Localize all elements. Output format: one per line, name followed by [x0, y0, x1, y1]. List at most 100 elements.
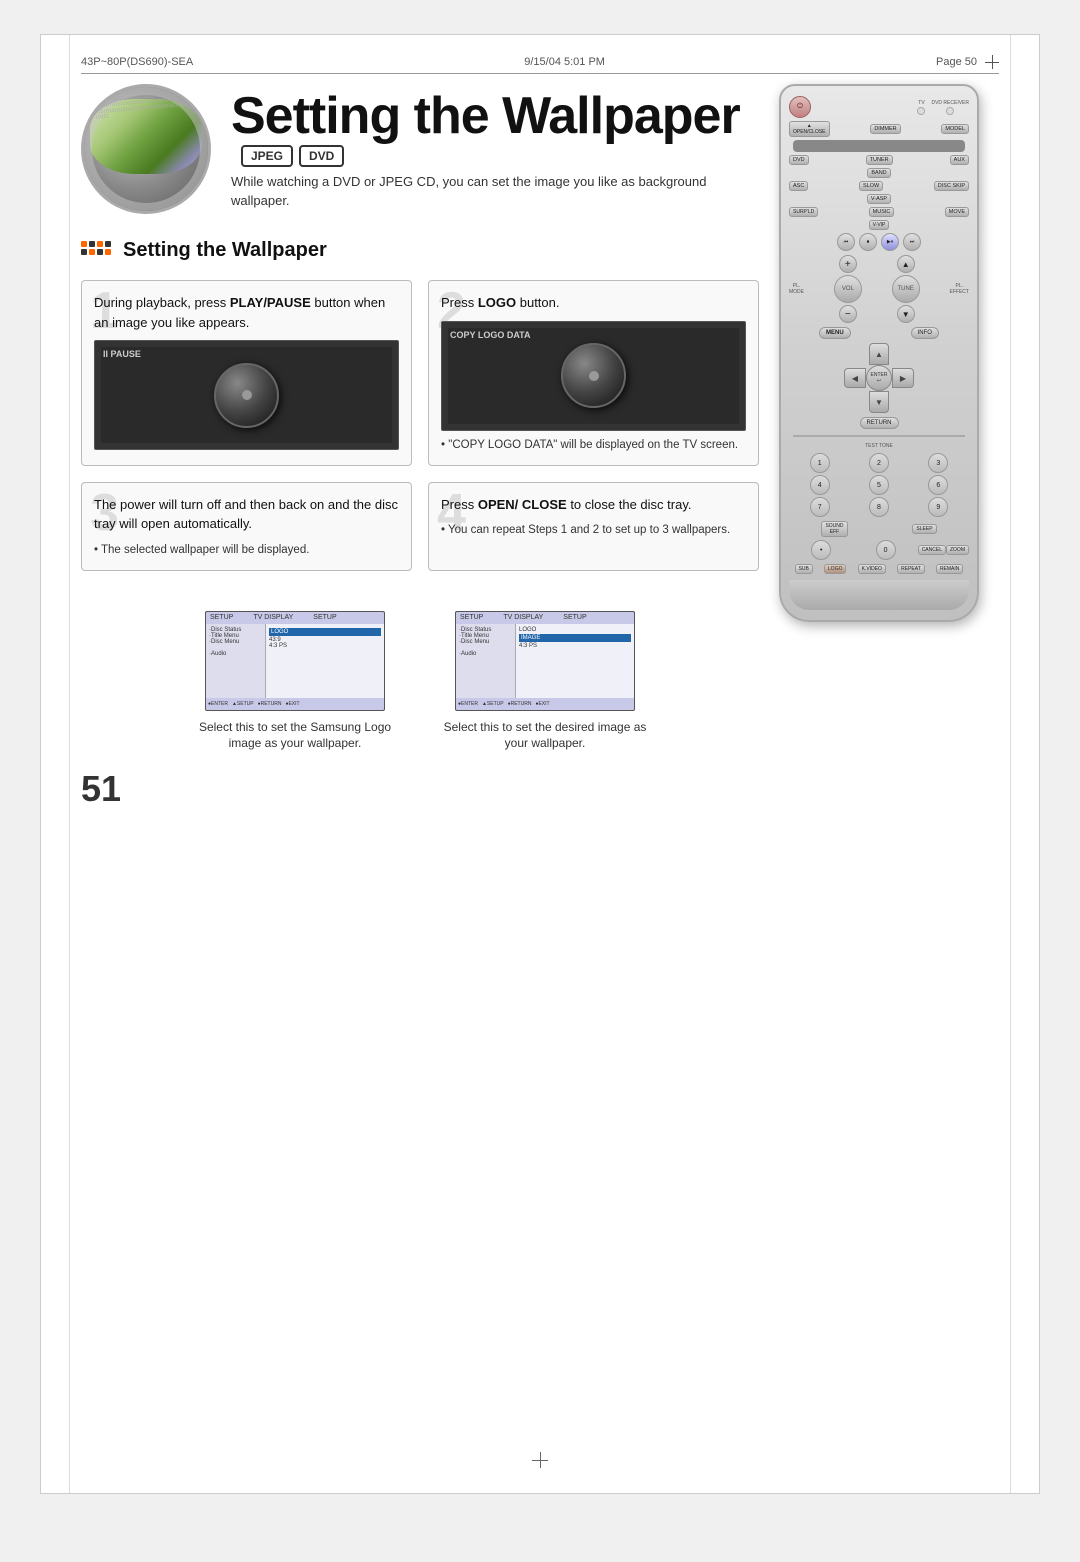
- num-4-button[interactable]: 4: [810, 475, 830, 495]
- return-button[interactable]: RETURN: [860, 417, 899, 429]
- num-8-button[interactable]: 8: [869, 497, 889, 517]
- aux-button[interactable]: AUX: [950, 155, 969, 165]
- volume-knob[interactable]: VOL: [834, 275, 862, 303]
- tune-up-button[interactable]: ▲: [897, 255, 915, 273]
- remote-separator: [793, 435, 965, 437]
- dpad-right-button[interactable]: ▶: [892, 368, 914, 388]
- badge-dvd: DVD: [299, 145, 344, 167]
- dvd-indicator: [946, 107, 954, 115]
- section-icon: [81, 234, 113, 266]
- screenshot-2-right: LOGO IMAGE 4:3 PS: [516, 624, 634, 698]
- vasp-button[interactable]: V-ASP: [867, 194, 891, 204]
- dvd-label: DVD RECEIVER: [931, 100, 969, 106]
- step-1-disc: [214, 363, 279, 428]
- move-button[interactable]: MOVE: [945, 207, 969, 217]
- model-button[interactable]: MODEL: [941, 124, 969, 134]
- bottom-crosshair-icon: [532, 1452, 548, 1468]
- num-5-button[interactable]: 5: [869, 475, 889, 495]
- section-header: Setting the Wallpaper: [81, 234, 759, 266]
- dimmer-button[interactable]: DIMMER: [870, 124, 900, 134]
- dvd-button[interactable]: DVD: [789, 155, 809, 165]
- step-1-screen-label: II PAUSE: [103, 349, 141, 359]
- zoom-button[interactable]: ZOOM: [946, 545, 969, 555]
- num-7-button[interactable]: 7: [810, 497, 830, 517]
- title-section: 0101010101010101010101010101010101010101…: [81, 84, 759, 214]
- margin-line-left: [69, 35, 70, 1493]
- icon-dot: [97, 249, 103, 255]
- sleep-button[interactable]: SLEEP: [912, 524, 936, 534]
- screenshot-group-2: SETUPTV DISPLAYSETUP ·Disc Status ·Title…: [435, 611, 655, 753]
- repeat-button[interactable]: REPEAT: [897, 564, 925, 574]
- screenshot-2-caption: Select this to set the desired image as …: [435, 719, 655, 753]
- margin-line-right: [1010, 35, 1011, 1493]
- remote-row-2: DVD TUNER AUX: [789, 155, 969, 165]
- screenshot-2: SETUPTV DISPLAYSETUP ·Disc Status ·Title…: [455, 611, 635, 711]
- screenshot-1-menu-bar: SETUPTV DISPLAYSETUP: [206, 612, 384, 624]
- kvideo-button[interactable]: K.VIDEO: [858, 564, 886, 574]
- vol-up-button[interactable]: +: [839, 255, 857, 273]
- dpad-down-button[interactable]: ▼: [869, 391, 889, 413]
- power-button[interactable]: ⏻: [789, 96, 811, 118]
- step-3-text: The power will turn off and then back on…: [94, 495, 399, 534]
- asc-button[interactable]: ASC: [789, 181, 808, 191]
- remote-row-1: ▲OPEN/CLOSE DIMMER MODEL: [789, 121, 969, 137]
- sound-eff-button[interactable]: SOUNDEFF: [821, 521, 847, 537]
- remain-button[interactable]: REMAIN: [936, 564, 963, 574]
- num-0-button[interactable]: 0: [876, 540, 896, 560]
- num-2-button[interactable]: 2: [869, 453, 889, 473]
- sub-button[interactable]: SUB: [795, 564, 813, 574]
- remote-transport-row: ⏮ ⏹ ▶⏸ ⏭: [789, 233, 969, 251]
- stop-button[interactable]: ⏹: [859, 233, 877, 251]
- step-4-content: Press OPEN/ CLOSE to close the disc tray…: [441, 495, 746, 539]
- slow-button[interactable]: SLOW: [859, 181, 883, 191]
- step-2-content: Press LOGO button. COPY LOGO DATA "COPY …: [441, 293, 746, 453]
- tuner-button[interactable]: TUNER: [866, 155, 893, 165]
- music-button[interactable]: MUSIC: [869, 207, 895, 217]
- screenshot-1-right: LOGO 43:9 4:3 PS: [266, 624, 384, 698]
- band-button[interactable]: BAND: [867, 168, 890, 178]
- header-left: 43P~80P(DS690)-SEA: [81, 56, 193, 68]
- right-panel: ⏻ TV DVD RECEIVER ▲OPEN/CLOSE: [779, 84, 999, 810]
- screenshot-2-footer: ●ENTER▲SETUP●RETURN●EXIT: [456, 698, 634, 710]
- vol-down-button[interactable]: −: [839, 305, 857, 323]
- steps-grid: 1 During playback, press PLAY/PAUSE butt…: [81, 280, 759, 571]
- num-6-button[interactable]: 6: [928, 475, 948, 495]
- menu-button[interactable]: MENU: [819, 327, 851, 339]
- remote-row-10: • 0 CANCEL ZOOM: [789, 540, 969, 560]
- num-3-button[interactable]: 3: [928, 453, 948, 473]
- open-close-button[interactable]: ▲OPEN/CLOSE: [789, 121, 830, 137]
- remote-row-6: SURP'LD MUSIC MOVE: [789, 207, 969, 217]
- step-1-content: During playback, press PLAY/PAUSE button…: [94, 293, 399, 450]
- next-button[interactable]: ⏭: [903, 233, 921, 251]
- screenshot-1: SETUPTV DISPLAYSETUP ·Disc Status ·Title…: [205, 611, 385, 711]
- enter-button[interactable]: ENTER↩: [866, 365, 892, 391]
- num-1-button[interactable]: 1: [810, 453, 830, 473]
- play-pause-button[interactable]: ▶⏸: [881, 233, 899, 251]
- prev-button[interactable]: ⏮: [837, 233, 855, 251]
- screenshot-1-caption: Select this to set the Samsung Logo imag…: [185, 719, 405, 753]
- crosshair-icon: [985, 55, 999, 69]
- tune-knob[interactable]: TUNE: [892, 275, 920, 303]
- tune-down-button[interactable]: ▼: [897, 305, 915, 323]
- vvip-button[interactable]: V-VIP: [869, 220, 890, 230]
- num-9-button[interactable]: 9: [928, 497, 948, 517]
- step-4-note: You can repeat Steps 1 and 2 to set up t…: [441, 522, 746, 538]
- disc-skip-button[interactable]: DISC SKIP: [934, 181, 969, 191]
- step-4-text: Press OPEN/ CLOSE to close the disc tray…: [441, 495, 746, 515]
- remote-row-9: SOUNDEFF SLEEP: [789, 521, 969, 537]
- dpad-left-button[interactable]: ◀: [844, 368, 866, 388]
- info-button[interactable]: INFO: [911, 327, 939, 339]
- logo-button[interactable]: LOGO: [824, 564, 846, 574]
- surround-button[interactable]: SURP'LD: [789, 207, 818, 217]
- num-clear-button[interactable]: •: [811, 540, 831, 560]
- step-2-image: COPY LOGO DATA: [441, 321, 746, 431]
- step-2-screen-label: COPY LOGO DATA: [450, 330, 531, 340]
- screenshot-group-1: SETUPTV DISPLAYSETUP ·Disc Status ·Title…: [185, 611, 405, 753]
- page-container: 43P~80P(DS690)-SEA 9/15/04 5:01 PM Page …: [40, 34, 1040, 1494]
- dpad-up-button[interactable]: ▲: [869, 343, 889, 365]
- main-content: 0101010101010101010101010101010101010101…: [81, 84, 999, 810]
- remote-numpad: 1 2 3 4 5 6 7 8 9: [791, 453, 967, 517]
- remote-control: ⏻ TV DVD RECEIVER ▲OPEN/CLOSE: [779, 84, 979, 622]
- step-2-note: "COPY LOGO DATA" will be displayed on th…: [441, 437, 746, 453]
- cancel-button[interactable]: CANCEL: [918, 545, 946, 555]
